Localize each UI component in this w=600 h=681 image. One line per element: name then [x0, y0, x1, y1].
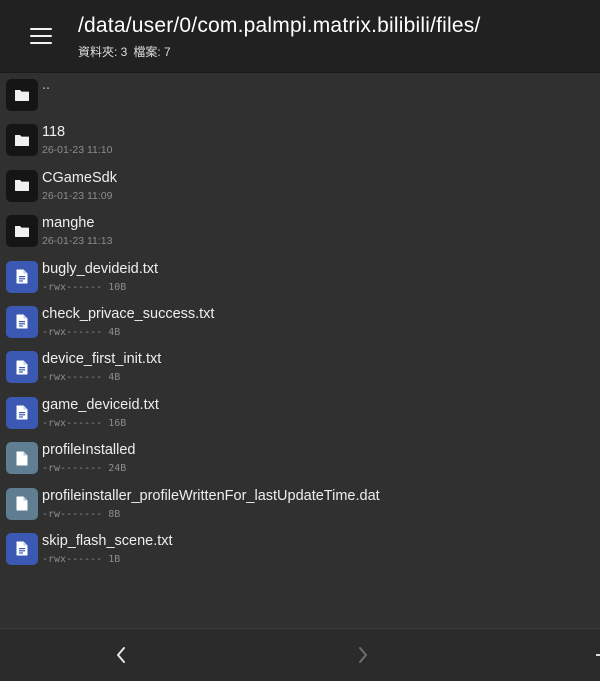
file-row-manghe[interactable]: manghe 26-01-23 11:13: [0, 209, 600, 254]
app-header: /data/user/0/com.palmpi.matrix.bilibili/…: [0, 0, 600, 73]
file-name: ..: [42, 77, 51, 93]
file-date: 26-01-23 11:10: [42, 144, 113, 157]
parent-directory-row[interactable]: ..: [0, 73, 600, 118]
folder-icon: [6, 124, 38, 157]
file-icon: [6, 487, 38, 520]
file-date: 26-01-23 11:13: [42, 235, 113, 248]
file-row-device-first-init[interactable]: device_first_init.txt -rwx------ 4B: [0, 345, 600, 390]
file-name: manghe: [42, 215, 95, 232]
text-file-icon: [6, 305, 38, 338]
file-row-profileinstalled[interactable]: profileInstalled -rw------- 24B: [0, 436, 600, 481]
file-permissions-size: -rw------- 24B: [42, 463, 127, 475]
path-summary: 資料夾: 3 檔案: 7: [78, 43, 171, 60]
file-row-profileinstaller-dat[interactable]: profileinstaller_profileWrittenFor_lastU…: [0, 482, 600, 527]
file-count: 檔案: 7: [133, 45, 171, 59]
file-name: device_first_init.txt: [42, 351, 162, 368]
file-row-check-privace-success[interactable]: check_privace_success.txt -rwx------ 4B: [0, 300, 600, 345]
file-list: .. 118 26-01-23 11:10 CGameSdk 26-01-23 …: [0, 73, 600, 628]
more-icon[interactable]: [588, 643, 600, 667]
file-name: game_deviceid.txt: [42, 396, 159, 413]
folder-icon: [6, 79, 38, 111]
menu-icon[interactable]: [22, 21, 60, 51]
file-permissions-size: -rw------- 8B: [42, 508, 121, 520]
folder-count: 資料夾: 3: [78, 45, 128, 59]
folder-icon: [6, 215, 38, 248]
file-permissions-size: -rwx------ 16B: [42, 417, 127, 429]
file-permissions-size: -rwx------ 1B: [42, 553, 121, 565]
text-file-icon: [6, 532, 38, 565]
chevron-right-icon[interactable]: [351, 643, 375, 667]
file-row-skip-flash-scene[interactable]: skip_flash_scene.txt -rwx------ 1B: [0, 527, 600, 572]
current-path: /data/user/0/com.palmpi.matrix.bilibili/…: [78, 14, 481, 37]
file-name: 118: [42, 124, 66, 141]
file-name: bugly_devideid.txt: [42, 260, 159, 277]
file-name: CGameSdk: [42, 169, 117, 186]
file-manager-app: /data/user/0/com.palmpi.matrix.bilibili/…: [0, 0, 600, 681]
file-permissions-size: -rwx------ 4B: [42, 372, 121, 384]
text-file-icon: [6, 351, 38, 384]
file-name: check_privace_success.txt: [42, 305, 215, 322]
text-file-icon: [6, 260, 38, 293]
file-permissions-size: -rwx------ 4B: [42, 326, 121, 338]
bottom-navigation: [0, 628, 600, 681]
file-row-118[interactable]: 118 26-01-23 11:10: [0, 118, 600, 163]
file-name: skip_flash_scene.txt: [42, 532, 173, 549]
folder-icon: [6, 169, 38, 202]
chevron-left-icon[interactable]: [109, 643, 133, 667]
file-row-bugly-devideid[interactable]: bugly_devideid.txt -rwx------ 10B: [0, 255, 600, 300]
file-date: 26-01-23 11:09: [42, 189, 113, 202]
text-file-icon: [6, 396, 38, 429]
file-permissions-size: -rwx------ 10B: [42, 281, 127, 293]
file-name: profileInstalled: [42, 442, 136, 459]
file-row-cgamesdk[interactable]: CGameSdk 26-01-23 11:09: [0, 164, 600, 209]
file-name: profileinstaller_profileWrittenFor_lastU…: [42, 487, 380, 504]
file-icon: [6, 442, 38, 475]
file-row-game-deviceid[interactable]: game_deviceid.txt -rwx------ 16B: [0, 391, 600, 436]
